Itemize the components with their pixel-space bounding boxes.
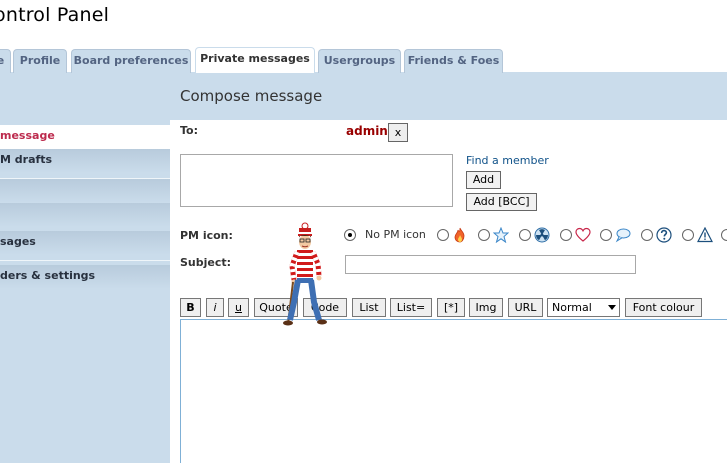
remove-recipient-button[interactable]: x <box>388 123 408 142</box>
pm-icon-label: PM icon: <box>180 229 233 242</box>
message-textarea[interactable] <box>180 319 727 463</box>
radio-speech[interactable] <box>600 229 612 241</box>
pm-icon-options: No PM icon <box>344 226 727 246</box>
waldo-figure-icon <box>283 222 327 326</box>
italic-button[interactable]: i <box>206 298 224 317</box>
radio-heart[interactable] <box>560 229 572 241</box>
sidebar-item-folders-settings[interactable]: ders & settings <box>0 265 170 289</box>
tab-board-preferences[interactable]: Board preferences <box>71 49 191 73</box>
question-icon <box>656 227 672 243</box>
sidebar-item-4[interactable] <box>0 203 170 227</box>
compose-title: Compose message <box>180 87 323 105</box>
tab-friends-foes[interactable]: Friends & Foes <box>404 49 503 73</box>
font-size-value: Normal <box>552 301 592 314</box>
tab-bar: e Profile Board preferences Private mess… <box>0 47 727 73</box>
star-icon <box>493 227 509 243</box>
tab-usergroups[interactable]: Usergroups <box>318 49 401 73</box>
sidebar-divider <box>0 260 170 261</box>
chevron-down-icon <box>608 305 616 310</box>
sidebar-item-compose[interactable]: message <box>0 125 170 149</box>
list-button[interactable]: List <box>352 298 386 317</box>
sidebar: message M drafts sages ders & settings <box>0 73 170 463</box>
heart-icon <box>575 227 591 242</box>
radio-more[interactable] <box>721 229 727 241</box>
font-colour-button[interactable]: Font colour <box>625 298 702 317</box>
sidebar-top-spacer <box>0 73 170 125</box>
recipient-name[interactable]: admin <box>346 124 388 138</box>
list-ordered-button[interactable]: List= <box>390 298 432 317</box>
to-label: To: <box>180 124 198 137</box>
sidebar-item-3[interactable] <box>0 179 170 203</box>
radio-warning[interactable] <box>682 229 694 241</box>
tab-private-messages[interactable]: Private messages <box>195 47 315 73</box>
list-item-button[interactable]: [*] <box>437 298 465 317</box>
subject-input[interactable] <box>345 255 636 274</box>
add-bcc-button[interactable]: Add [BCC] <box>466 193 537 211</box>
url-button[interactable]: URL <box>508 298 543 317</box>
speech-bubble-icon <box>615 228 631 243</box>
underline-button[interactable]: u <box>228 298 249 317</box>
no-icon-label: No PM icon <box>365 228 426 241</box>
radio-fire[interactable] <box>437 229 449 241</box>
to-recipients-input[interactable] <box>180 154 453 207</box>
radioactive-icon <box>534 227 550 243</box>
warning-icon <box>697 227 713 243</box>
radio-radioactive[interactable] <box>519 229 531 241</box>
sidebar-item-drafts[interactable]: M drafts <box>0 149 170 173</box>
sidebar-item-messages[interactable]: sages <box>0 231 170 255</box>
radio-star[interactable] <box>478 229 490 241</box>
fire-icon <box>454 227 465 243</box>
find-member-link[interactable]: Find a member <box>466 154 549 167</box>
font-size-select[interactable]: Normal <box>547 298 620 317</box>
add-button[interactable]: Add <box>466 171 501 189</box>
subject-label: Subject: <box>180 256 232 269</box>
tab-home[interactable]: e <box>0 49 11 73</box>
page-title: ontrol Panel <box>0 4 110 26</box>
bold-button[interactable]: B <box>180 298 201 317</box>
radio-no-icon[interactable] <box>344 229 356 241</box>
img-button[interactable]: Img <box>469 298 503 317</box>
radio-question[interactable] <box>641 229 653 241</box>
tab-profile[interactable]: Profile <box>13 49 67 73</box>
